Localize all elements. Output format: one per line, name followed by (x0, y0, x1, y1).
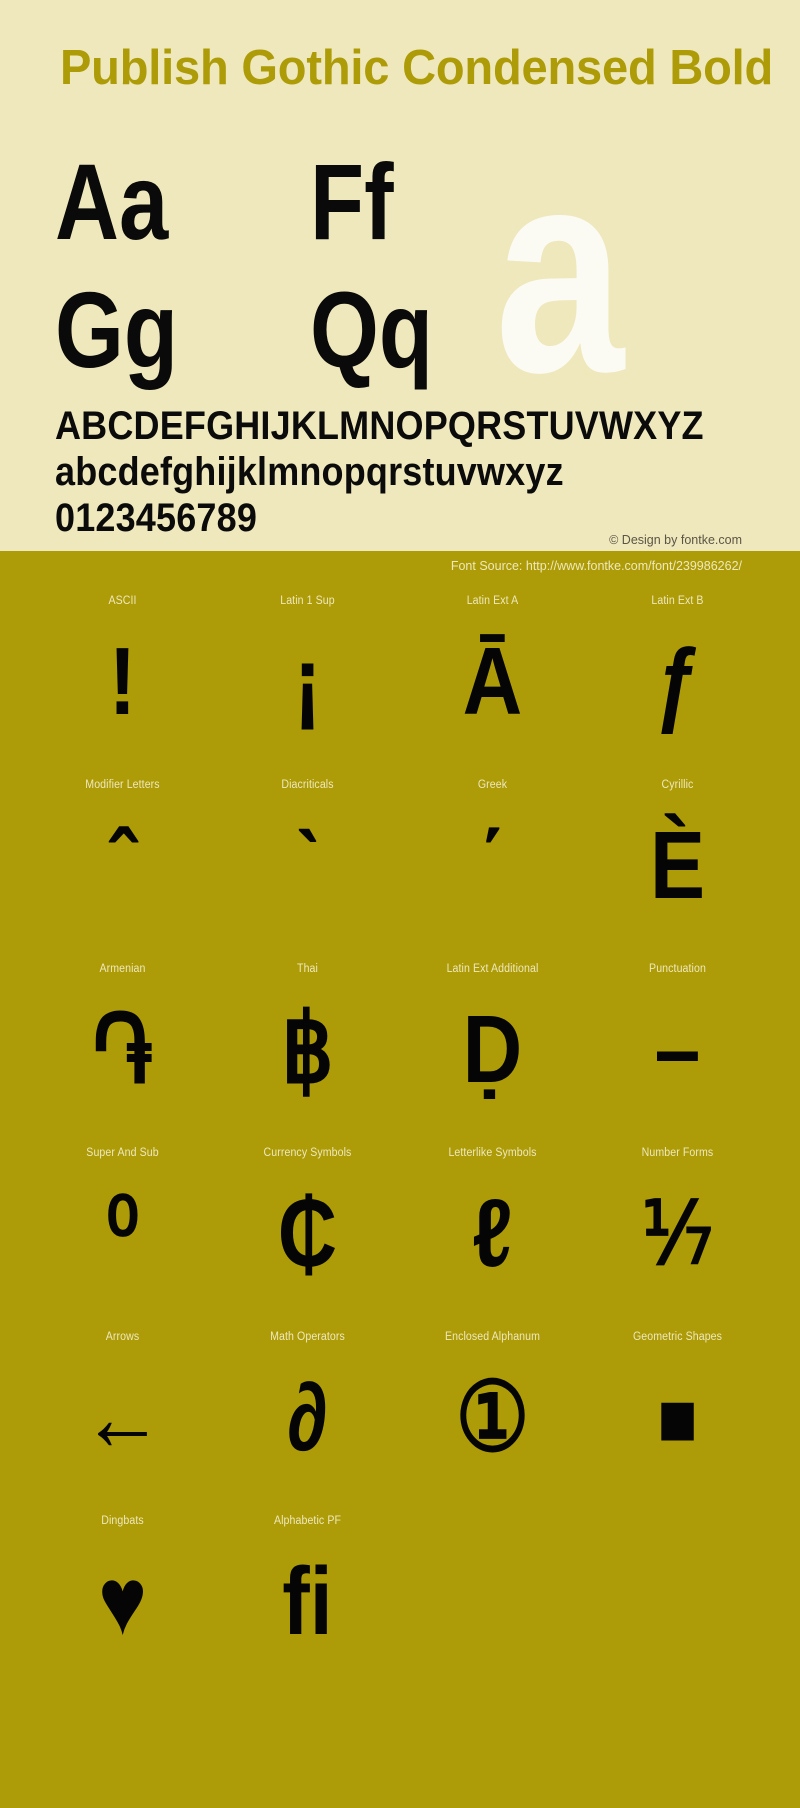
glyph-row: Armenian ֏ Thai ฿ Latin Ext Additional Ḍ Punct… (0, 951, 800, 1135)
sample-pair-qq: Qq (310, 269, 433, 390)
large-sample-grid: a Aa Ff Gg Qq (55, 126, 755, 416)
d-dot-below-glyph: Ḍ (462, 996, 523, 1103)
glyph-cell[interactable]: Latin 1 Sup ¡ (215, 583, 400, 767)
glyph-category-label: ASCII (108, 595, 137, 607)
circled-one-glyph: ① (455, 1364, 530, 1471)
left-arrow-glyph: ← (81, 1364, 164, 1471)
font-source-link[interactable]: Font Source: http://www.fontke.com/font/… (451, 559, 742, 573)
glyph-cell[interactable]: Enclosed Alphanum ① (400, 1319, 585, 1503)
en-dash-glyph: – (654, 996, 701, 1103)
grave-accent-glyph: ˋ (293, 812, 322, 919)
glyph-category-label: Math Operators (270, 1331, 345, 1343)
fi-ligature-glyph: ﬁ (282, 1548, 333, 1655)
glyph-cell[interactable]: Math Operators ∂ (215, 1319, 400, 1503)
glyph-row: ASCII! Latin 1 Sup ¡ Latin Ext A Ā Latin Ext … (0, 583, 800, 767)
glyph-category-label: Latin Ext A (466, 595, 519, 607)
glyph-category-label: Modifier Letters (85, 779, 160, 791)
glyph-category-label: Super And Sub (86, 1147, 159, 1159)
glyph-category-label: Diacriticals (281, 779, 334, 791)
glyph-category-label: Armenian (99, 963, 146, 975)
florin-glyph: ƒ (654, 628, 701, 735)
script-small-l-glyph: ℓ (472, 1180, 513, 1287)
glyph-row: Dingbats ♥ Alphabetic PF ﬁ (0, 1503, 800, 1687)
glyph-category-label: Dingbats (101, 1515, 144, 1527)
inverted-exclamation-glyph: ¡ (293, 628, 322, 735)
heart-glyph: ♥ (97, 1548, 148, 1655)
glyph-row: Super And Sub ⁰ Currency Symbols ₵ Letterlik… (0, 1135, 800, 1319)
armenian-dram-glyph: ֏ (92, 996, 153, 1103)
sample-pair-ff: Ff (310, 141, 394, 262)
one-seventh-fraction-glyph: ⅐ (641, 1186, 714, 1282)
glyph-cell[interactable]: Arrows ← (30, 1319, 215, 1503)
sample-pair-gg: Gg (55, 269, 178, 390)
glyph-category-label: Punctuation (649, 963, 706, 975)
design-credit: © Design by fontke.com (609, 533, 742, 547)
sample-pair-aa: Aa (55, 141, 169, 262)
glyph-cell[interactable]: Thai ฿ (215, 951, 400, 1135)
glyph-cell[interactable]: Dingbats ♥ (30, 1503, 215, 1687)
glyph-cell[interactable]: Cyrillic Ѐ (585, 767, 770, 951)
glyph-category-label: Cyrillic (661, 779, 694, 791)
glyph-category-label: Number Forms (641, 1147, 714, 1159)
glyph-grid: ASCII! Latin 1 Sup ¡ Latin Ext A Ā Latin Ext … (0, 583, 800, 1687)
glyph-coverage-panel: Font Source: http://www.fontke.com/font/… (0, 551, 800, 1808)
glyph-category-label: Arrows (105, 1331, 140, 1343)
glyph-category-label: Currency Symbols (263, 1147, 352, 1159)
glyph-category-label: Latin 1 Sup (280, 595, 335, 607)
filled-square-glyph: ■ (657, 1374, 698, 1462)
glyph-cell[interactable]: Latin Ext A Ā (400, 583, 585, 767)
lowercase-alphabet: abcdefghijklmnopqrstuvwxyz (55, 450, 564, 494)
digits-sample: 0123456789 (55, 496, 258, 540)
greek-tonos-glyph: ΄ (478, 812, 507, 919)
thai-baht-glyph: ฿ (281, 996, 334, 1103)
glyph-category-label: Geometric Shapes (632, 1331, 723, 1343)
circumflex-glyph: ˆ (108, 812, 137, 919)
glyph-cell[interactable]: Diacriticals ˋ (215, 767, 400, 951)
glyph-cell[interactable]: Punctuation – (585, 951, 770, 1135)
glyph-cell[interactable]: Latin Ext B ƒ (585, 583, 770, 767)
glyph-row: Modifier Letters ˆ Diacriticals ˋ Greek ΄ Cyri… (0, 767, 800, 951)
glyph-cell[interactable]: Letterlike Symbols ℓ (400, 1135, 585, 1319)
partial-differential-glyph: ∂ (287, 1364, 328, 1471)
glyph-cell[interactable]: Currency Symbols ₵ (215, 1135, 400, 1319)
glyph-row: Arrows ← Math Operators ∂ Enclosed Alphanum ①… (0, 1319, 800, 1503)
page-title: Publish Gothic Condensed Bold (60, 41, 774, 95)
cedi-sign-glyph: ₵ (277, 1180, 338, 1287)
a-macron-glyph: Ā (462, 628, 523, 735)
glyph-cell[interactable]: Greek ΄ (400, 767, 585, 951)
glyph-cell[interactable]: Geometric Shapes ■ (585, 1319, 770, 1503)
glyph-category-label: Alphabetic PF (273, 1515, 342, 1527)
watermark-letter: a (495, 109, 625, 433)
glyph-category-label: Greek (477, 779, 508, 791)
glyph-category-label: Latin Ext B (651, 595, 704, 607)
specimen-panel: Publish Gothic Condensed Bold a Aa Ff Gg… (0, 0, 800, 634)
glyph-category-label: Thai (297, 963, 318, 975)
glyph-cell[interactable]: Latin Ext Additional Ḍ (400, 951, 585, 1135)
glyph-cell[interactable]: Armenian ֏ (30, 951, 215, 1135)
cyrillic-ie-grave-glyph: Ѐ (649, 812, 706, 919)
glyph-category-label: Latin Ext Additional (446, 963, 539, 975)
font-specimen-page: Publish Gothic Condensed Bold a Aa Ff Gg… (0, 0, 800, 1808)
uppercase-alphabet: ABCDEFGHIJKLMNOPQRSTUVWXYZ (55, 404, 704, 448)
glyph-cell[interactable]: Modifier Letters ˆ (30, 767, 215, 951)
glyph-cell[interactable]: Super And Sub ⁰ (30, 1135, 215, 1319)
glyph-cell[interactable]: Number Forms ⅐ (585, 1135, 770, 1319)
glyph-cell[interactable]: Alphabetic PF ﬁ (215, 1503, 400, 1687)
glyph-category-label: Letterlike Symbols (448, 1147, 537, 1159)
glyph-category-label: Enclosed Alphanum (444, 1331, 541, 1343)
glyph-cell[interactable]: ASCII! (30, 583, 215, 767)
exclamation-glyph: ! (108, 628, 137, 735)
superscript-zero-glyph: ⁰ (105, 1180, 140, 1287)
